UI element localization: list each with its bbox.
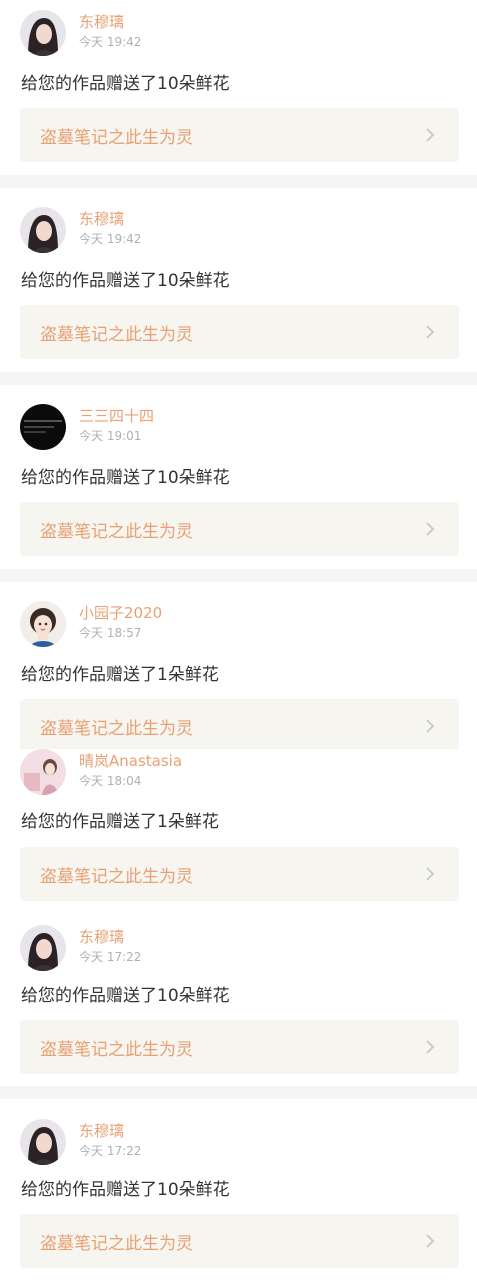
- notification-message: 给您的作品赠送了1朵鲜花: [21, 665, 219, 685]
- notification-card: 东穆璃 今天 19:42 给您的作品赠送了10朵鲜花 盗墓笔记之此生为灵: [0, 188, 477, 372]
- work-title: 盗墓笔记之此生为灵: [40, 866, 193, 887]
- notification-header: 东穆璃 今天 17:22: [20, 925, 141, 971]
- notification-message: 给您的作品赠送了10朵鲜花: [21, 74, 230, 94]
- chevron-right-icon: [426, 1234, 435, 1248]
- work-link[interactable]: 盗墓笔记之此生为灵: [20, 699, 459, 753]
- separator: [0, 569, 477, 582]
- timestamp: 今天 17:22: [79, 1144, 142, 1158]
- avatar[interactable]: [20, 601, 66, 647]
- user-name[interactable]: 晴岚Anastasia: [79, 752, 182, 770]
- avatar[interactable]: [20, 10, 66, 56]
- notification-card: 小园子2020 今天 18:57 给您的作品赠送了1朵鲜花 盗墓笔记之此生为灵: [0, 582, 477, 753]
- notification-header: 三三四十四 今天 19:01: [20, 404, 154, 450]
- timestamp: 今天 19:42: [79, 232, 142, 246]
- notification-header: 东穆璃 今天 19:42: [20, 207, 141, 253]
- notification-card: 东穆璃 今天 17:22 给您的作品赠送了10朵鲜花 盗墓笔记之此生为灵: [0, 905, 477, 1086]
- notification-message: 给您的作品赠送了10朵鲜花: [21, 468, 230, 488]
- avatar[interactable]: [20, 1119, 66, 1165]
- notification-card: 三三四十四 今天 19:01 给您的作品赠送了10朵鲜花 盗墓笔记之此生为灵: [0, 385, 477, 569]
- work-link[interactable]: 盗墓笔记之此生为灵: [20, 1020, 459, 1074]
- user-name[interactable]: 东穆璃: [79, 928, 141, 946]
- notification-card: 晴岚Anastasia 今天 18:04 给您的作品赠送了1朵鲜花 盗墓笔记之此…: [0, 749, 477, 905]
- separator: [0, 372, 477, 385]
- work-title: 盗墓笔记之此生为灵: [40, 324, 193, 345]
- notification-card: 东穆璃 今天 19:42 给您的作品赠送了10朵鲜花 盗墓笔记之此生为灵: [0, 0, 477, 175]
- work-title: 盗墓笔记之此生为灵: [40, 521, 193, 542]
- work-title: 盗墓笔记之此生为灵: [40, 127, 193, 148]
- notification-feed: 东穆璃 今天 19:42 给您的作品赠送了10朵鲜花 盗墓笔记之此生为灵 东穆璃…: [0, 0, 477, 1275]
- notification-message: 给您的作品赠送了10朵鲜花: [21, 271, 230, 291]
- chevron-right-icon: [426, 719, 435, 733]
- user-name[interactable]: 小园子2020: [79, 604, 162, 622]
- work-link[interactable]: 盗墓笔记之此生为灵: [20, 502, 459, 556]
- work-title: 盗墓笔记之此生为灵: [40, 1233, 193, 1254]
- notification-header: 东穆璃 今天 19:42: [20, 10, 141, 56]
- work-link[interactable]: 盗墓笔记之此生为灵: [20, 108, 459, 162]
- timestamp: 今天 18:57: [79, 626, 142, 640]
- notification-message: 给您的作品赠送了1朵鲜花: [21, 812, 219, 832]
- notification-header: 东穆璃 今天 17:22: [20, 1119, 141, 1165]
- avatar[interactable]: [20, 207, 66, 253]
- work-link[interactable]: 盗墓笔记之此生为灵: [20, 847, 459, 901]
- work-link[interactable]: 盗墓笔记之此生为灵: [20, 1214, 459, 1268]
- user-name[interactable]: 三三四十四: [79, 407, 154, 425]
- work-title: 盗墓笔记之此生为灵: [40, 1039, 193, 1060]
- timestamp: 今天 19:42: [79, 35, 142, 49]
- work-title: 盗墓笔记之此生为灵: [40, 718, 193, 739]
- work-link[interactable]: 盗墓笔记之此生为灵: [20, 305, 459, 359]
- notification-message: 给您的作品赠送了10朵鲜花: [21, 1180, 230, 1200]
- notification-card: 东穆璃 今天 17:22 给您的作品赠送了10朵鲜花 盗墓笔记之此生为灵: [0, 1099, 477, 1275]
- separator: [0, 1086, 477, 1099]
- user-name[interactable]: 东穆璃: [79, 1122, 141, 1140]
- chevron-right-icon: [426, 522, 435, 536]
- user-name[interactable]: 东穆璃: [79, 13, 141, 31]
- separator: [0, 175, 477, 188]
- timestamp: 今天 18:04: [79, 774, 142, 788]
- chevron-right-icon: [426, 325, 435, 339]
- avatar[interactable]: [20, 925, 66, 971]
- chevron-right-icon: [426, 128, 435, 142]
- notification-header: 晴岚Anastasia 今天 18:04: [20, 749, 182, 795]
- avatar[interactable]: [20, 404, 66, 450]
- timestamp: 今天 17:22: [79, 950, 142, 964]
- chevron-right-icon: [426, 867, 435, 881]
- user-name[interactable]: 东穆璃: [79, 210, 141, 228]
- notification-header: 小园子2020 今天 18:57: [20, 601, 162, 647]
- notification-message: 给您的作品赠送了10朵鲜花: [21, 986, 230, 1006]
- avatar[interactable]: [20, 749, 66, 795]
- chevron-right-icon: [426, 1040, 435, 1054]
- timestamp: 今天 19:01: [79, 429, 142, 443]
